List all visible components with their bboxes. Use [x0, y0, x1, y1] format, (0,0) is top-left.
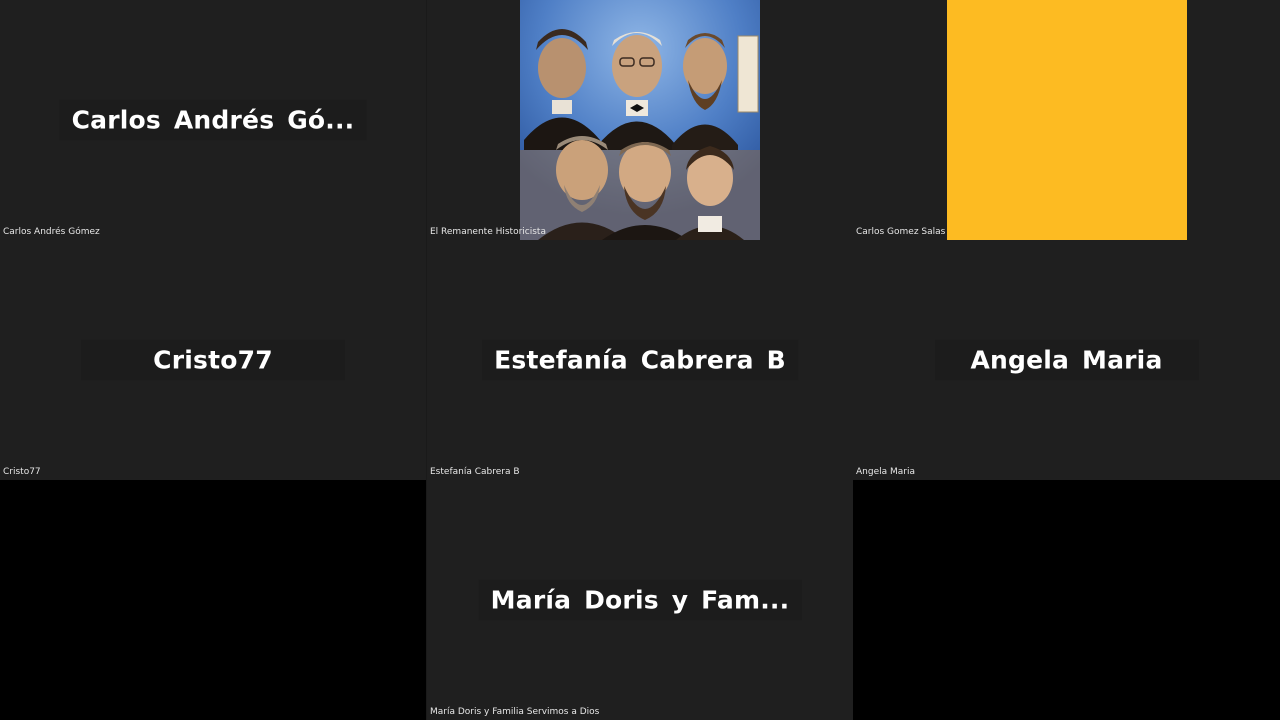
participant-tile[interactable]: Angela Maria Angela Maria — [853, 240, 1280, 480]
participant-tile[interactable]: Estefanía Cabrera B Estefanía Cabrera B — [427, 240, 853, 480]
participant-name-label: Carlos Gomez Salas — [856, 227, 946, 237]
empty-tile — [0, 480, 426, 720]
participant-tile[interactable]: El Remanente Historicista — [427, 0, 853, 240]
participant-name-label: Cristo77 — [3, 467, 41, 477]
participant-display-name: María Doris y Fam... — [478, 579, 802, 621]
participant-tile[interactable]: Cristo77 Cristo77 — [0, 240, 426, 480]
participant-video — [520, 0, 760, 240]
participant-name-label: María Doris y Familia Servimos a Dios — [430, 707, 600, 717]
participant-name-label: Carlos Andrés Gómez — [3, 227, 100, 237]
participant-name-label: Angela Maria — [856, 467, 915, 477]
participant-tile[interactable]: María Doris y Fam... María Doris y Famil… — [427, 480, 853, 720]
participant-display-name: Angela Maria — [934, 339, 1199, 381]
participant-video — [947, 0, 1187, 240]
participant-display-name: Carlos Andrés Gó... — [59, 99, 367, 141]
portrait-collage-image — [520, 0, 760, 240]
gallery-view: Carlos Andrés Gó... Carlos Andrés Gómez — [0, 0, 1280, 720]
participant-display-name: Estefanía Cabrera B — [482, 339, 798, 381]
participant-display-name: Cristo77 — [81, 339, 345, 381]
participant-tile[interactable]: Carlos Gomez Salas — [853, 0, 1280, 240]
participant-name-label: El Remanente Historicista — [430, 227, 546, 237]
empty-tile — [853, 480, 1280, 720]
participant-tile[interactable]: Carlos Andrés Gó... Carlos Andrés Gómez — [0, 0, 426, 240]
participant-name-label: Estefanía Cabrera B — [430, 467, 520, 477]
